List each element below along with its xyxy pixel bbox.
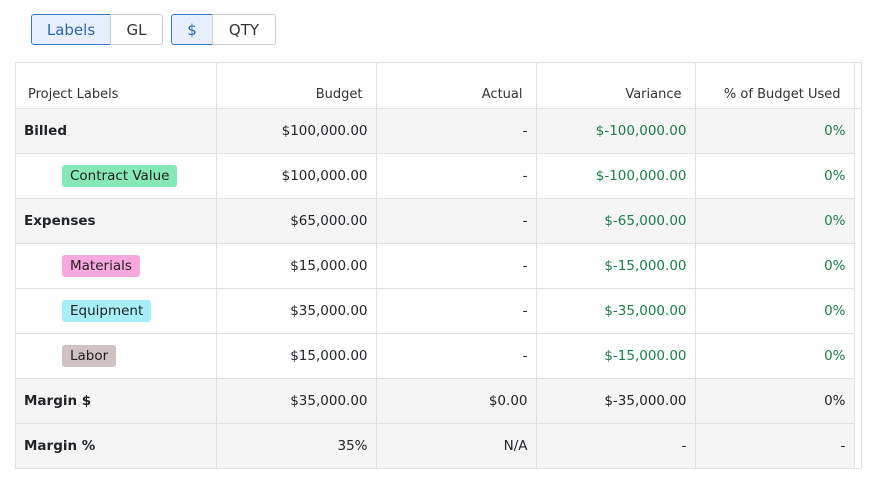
dollar-toggle-button[interactable]: $ [171, 14, 213, 45]
label-tag[interactable]: Equipment [62, 299, 152, 322]
variance-cell: $-100,000.00 [536, 108, 696, 154]
column-header-budget[interactable]: Budget [216, 63, 377, 109]
table-row: Contract Value $100,000.00- $-100,000.00 0% [16, 153, 855, 199]
budget-cell: 35% [216, 423, 377, 468]
gl-toggle-button[interactable]: GL [110, 14, 163, 45]
label-tag[interactable]: Contract Value [62, 164, 178, 187]
table-row: Labor $15,000.00- $-15,000.00 0% [16, 333, 855, 379]
budget-cell: $100,000.00 [216, 153, 377, 199]
column-header-pct-used[interactable]: % of Budget Used [695, 63, 855, 109]
pct-used-cell: 0% [695, 108, 855, 154]
pct-used-cell: 0% [695, 288, 855, 334]
variance-cell: $-35,000.00 [536, 288, 696, 334]
table-row: Materials $15,000.00- $-15,000.00 0% [16, 243, 855, 289]
table-row: Margin % 35% N/A - - [16, 423, 855, 468]
label-tag[interactable]: Materials [62, 254, 140, 277]
budget-table: Project Labels Budget Actual Variance % … [15, 62, 862, 469]
row-label-cell: Contract Value [16, 153, 217, 199]
pct-used-cell: 0% [695, 378, 855, 424]
budget-cell: $15,000.00 [216, 333, 377, 379]
variance-cell: $-15,000.00 [536, 243, 696, 289]
row-label-cell: Materials [16, 243, 217, 289]
labels-toggle-button[interactable]: Labels [31, 14, 111, 45]
actual-cell: - [376, 153, 537, 199]
variance-cell: $-15,000.00 [536, 333, 696, 379]
actual-cell: - [376, 333, 537, 379]
budget-cell: $100,000.00 [216, 108, 377, 154]
label-tag[interactable]: Labor [62, 344, 117, 367]
actual-cell: - [376, 243, 537, 289]
actual-cell: - [376, 288, 537, 334]
row-label-cell: Margin $ [16, 378, 217, 424]
budget-cell: $35,000.00 [216, 378, 377, 424]
column-header-project-labels[interactable]: Project Labels [16, 63, 217, 109]
row-label-cell: Billed [16, 108, 217, 154]
header-filler [853, 63, 861, 109]
budget-cell: $35,000.00 [216, 288, 377, 334]
table-row: Equipment $35,000.00- $-35,000.00 0% [16, 288, 855, 334]
row-label-cell: Labor [16, 333, 217, 379]
unit-toggle-group: $ QTY [171, 14, 276, 45]
actual-cell: - [376, 198, 537, 244]
column-header-variance[interactable]: Variance [536, 63, 696, 109]
budget-cell: $65,000.00 [216, 198, 377, 244]
table-row: Margin $ $35,000.00 $0.00 $-35,000.00 0% [16, 378, 855, 424]
variance-cell: $-35,000.00 [536, 378, 696, 424]
pct-used-cell: 0% [695, 153, 855, 199]
pct-used-cell: 0% [695, 243, 855, 289]
table-row: Billed $100,000.00- $-100,000.00 0% [16, 108, 855, 154]
variance-cell: - [536, 423, 696, 468]
row-label-cell: Expenses [16, 198, 217, 244]
table-row: Expenses $65,000.00- $-65,000.00 0% [16, 198, 855, 244]
table-header-row: Project Labels Budget Actual Variance % … [16, 63, 855, 109]
pct-used-cell: - [695, 423, 855, 468]
actual-cell: N/A [376, 423, 537, 468]
variance-cell: $-100,000.00 [536, 153, 696, 199]
row-label-cell: Equipment [16, 288, 217, 334]
pct-used-cell: 0% [695, 333, 855, 379]
budget-cell: $15,000.00 [216, 243, 377, 289]
actual-cell: $0.00 [376, 378, 537, 424]
view-toggle-group: Labels GL [31, 14, 163, 45]
column-header-actual[interactable]: Actual [376, 63, 537, 109]
pct-used-cell: 0% [695, 198, 855, 244]
actual-cell: - [376, 108, 537, 154]
qty-toggle-button[interactable]: QTY [212, 14, 276, 45]
row-label-cell: Margin % [16, 423, 217, 468]
variance-cell: $-65,000.00 [536, 198, 696, 244]
